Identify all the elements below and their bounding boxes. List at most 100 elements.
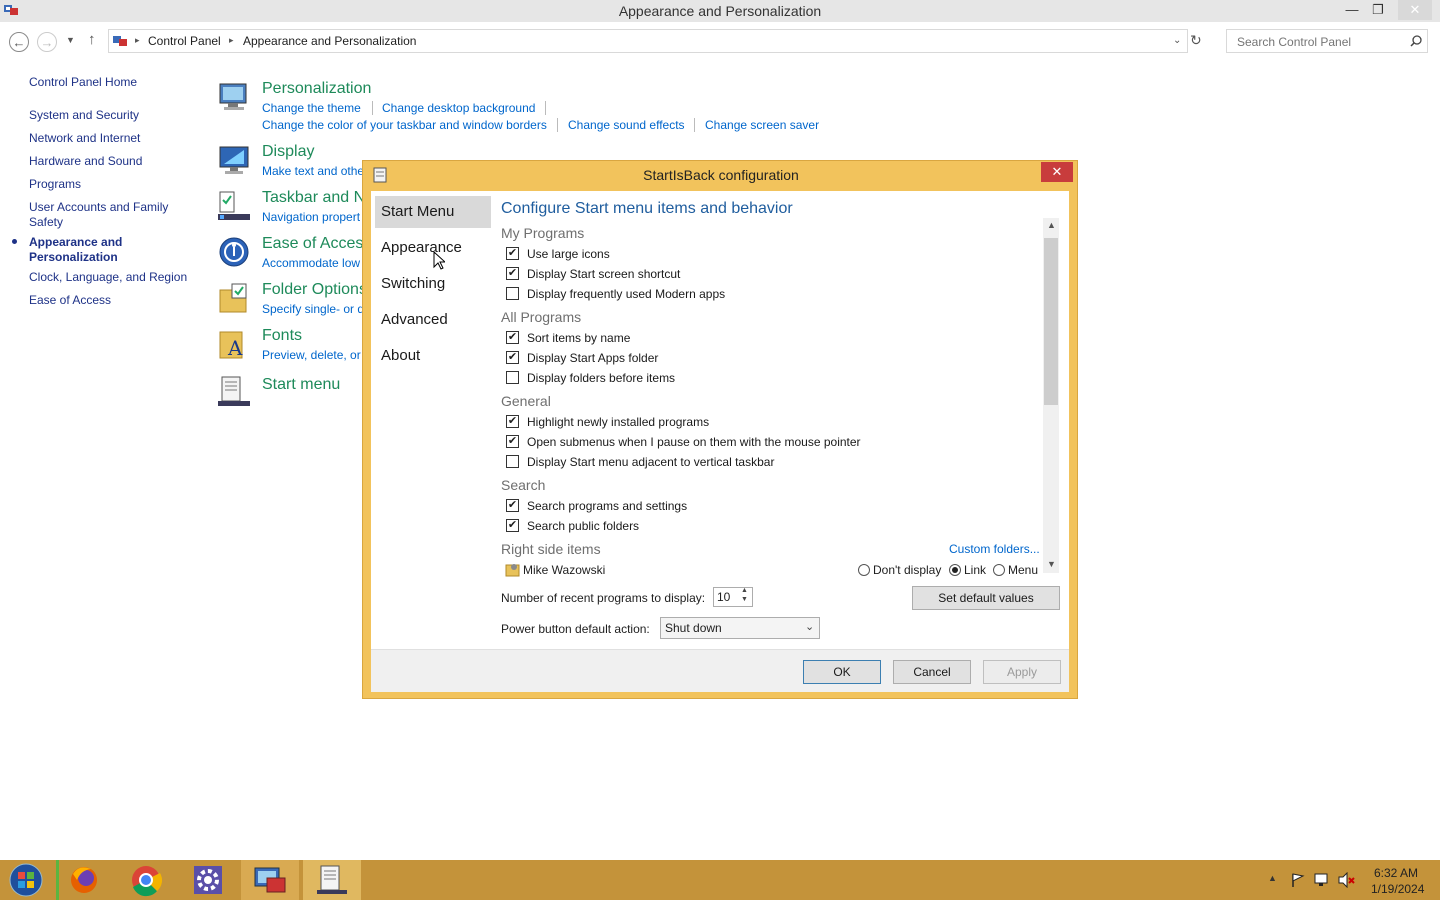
nav-programs[interactable]: Programs <box>29 177 81 192</box>
taskbar-icon[interactable] <box>218 190 250 222</box>
link-display[interactable]: Make text and othe <box>262 164 364 178</box>
back-button[interactable]: ← <box>9 32 29 52</box>
search-input[interactable] <box>1235 34 1409 50</box>
startisback-taskbar-button[interactable] <box>303 860 361 900</box>
display-icon[interactable] <box>218 144 250 176</box>
tab-switching[interactable]: Switching <box>375 268 491 300</box>
recent-programs-value[interactable]: 10 <box>717 590 730 604</box>
folder-options-icon[interactable] <box>218 282 250 314</box>
settings-taskbar-button[interactable] <box>179 860 237 900</box>
start-menu-title[interactable]: Start menu <box>262 376 340 394</box>
checkbox[interactable]: ✔ <box>506 331 519 344</box>
personalization-title[interactable]: Personalization <box>262 80 371 98</box>
display-title[interactable]: Display <box>262 143 314 161</box>
refresh-button[interactable]: ↻ <box>1190 32 1202 49</box>
clock-time[interactable]: 6:32 AM <box>1374 866 1418 880</box>
checkbox[interactable]: ✔ <box>506 499 519 512</box>
close-button[interactable]: ✕ <box>1398 0 1432 20</box>
custom-folders-link[interactable]: Custom folders... <box>949 542 1040 556</box>
scroll-down-icon[interactable]: ▼ <box>1047 559 1056 569</box>
checkbox[interactable]: ✔ <box>506 435 519 448</box>
breadcrumb-control-panel[interactable]: Control Panel <box>148 34 221 48</box>
action-center-flag-icon[interactable] <box>1290 872 1306 891</box>
link-ease-of-access[interactable]: Accommodate low <box>262 256 360 270</box>
power-action-select[interactable]: Shut down ⌄ <box>660 617 820 639</box>
nav-system-security[interactable]: System and Security <box>29 108 139 123</box>
link-taskbar[interactable]: Navigation propert <box>262 210 360 224</box>
start-menu-icon[interactable] <box>218 375 250 407</box>
spin-down-icon[interactable]: ▼ <box>741 596 748 603</box>
separator <box>372 101 373 115</box>
chevron-down-icon[interactable]: ⌄ <box>805 620 814 633</box>
scrollbar-thumb[interactable] <box>1044 238 1058 405</box>
spin-up-icon[interactable]: ▲ <box>741 587 748 594</box>
apply-button[interactable]: Apply <box>983 660 1061 684</box>
tab-about[interactable]: About <box>375 340 491 372</box>
tab-advanced[interactable]: Advanced <box>375 304 491 336</box>
control-panel-home-link[interactable]: Control Panel Home <box>29 75 137 90</box>
checkbox[interactable]: ✔ <box>506 415 519 428</box>
group-search: Search <box>501 477 546 493</box>
link-folder-options[interactable]: Specify single- or d <box>262 302 364 316</box>
chrome-taskbar-button[interactable] <box>117 860 175 900</box>
fonts-icon[interactable]: A <box>218 328 250 360</box>
recent-locations-dropdown[interactable]: ▼ <box>66 35 75 45</box>
nav-user-accounts[interactable]: User Accounts and Family Safety <box>29 200 179 230</box>
ease-of-access-icon[interactable] <box>218 236 250 268</box>
group-general: General <box>501 393 551 409</box>
clock-date[interactable]: 1/19/2024 <box>1371 882 1424 896</box>
checkbox[interactable] <box>506 455 519 468</box>
firefox-taskbar-button[interactable] <box>55 860 113 900</box>
scroll-up-icon[interactable]: ▲ <box>1047 220 1056 230</box>
nav-network-internet[interactable]: Network and Internet <box>29 131 140 146</box>
checkbox[interactable]: ✔ <box>506 351 519 364</box>
radio-dont-display[interactable] <box>858 564 870 576</box>
personalization-icon[interactable] <box>218 81 250 113</box>
radio-link-label: Link <box>964 563 987 577</box>
breadcrumb-appearance[interactable]: Appearance and Personalization <box>243 34 416 48</box>
nav-clock-language-region[interactable]: Clock, Language, and Region <box>29 270 187 285</box>
window-titlebar: Appearance and Personalization — ❐ ✕ <box>0 0 1440 22</box>
nav-ease-of-access[interactable]: Ease of Access <box>29 293 111 308</box>
link-change-sound-effects[interactable]: Change sound effects <box>568 118 685 132</box>
set-default-values-button[interactable]: Set default values <box>912 586 1060 610</box>
search-icon[interactable] <box>1410 35 1422 50</box>
control-panel-taskbar-button[interactable] <box>241 860 299 900</box>
link-change-desktop-background[interactable]: Change desktop background <box>382 101 535 115</box>
network-icon[interactable] <box>1313 872 1331 891</box>
taskbar-title[interactable]: Taskbar and N <box>262 189 365 207</box>
start-button[interactable] <box>0 860 52 900</box>
show-hidden-icons-button[interactable]: ▲ <box>1268 873 1277 883</box>
recent-programs-spinner[interactable]: 10 ▲ ▼ <box>713 587 753 607</box>
ease-of-access-title[interactable]: Ease of Access <box>262 235 371 253</box>
forward-button[interactable]: → <box>37 32 57 52</box>
fonts-title[interactable]: Fonts <box>262 327 302 345</box>
nav-hardware-sound[interactable]: Hardware and Sound <box>29 154 142 169</box>
checkbox[interactable] <box>506 371 519 384</box>
minimize-button[interactable]: — <box>1339 0 1365 20</box>
radio-link[interactable] <box>949 564 961 576</box>
link-change-screen-saver[interactable]: Change screen saver <box>705 118 819 132</box>
address-bar[interactable]: ▸ Control Panel ▸ Appearance and Persona… <box>108 29 1188 53</box>
search-box[interactable] <box>1226 29 1428 53</box>
restore-button[interactable]: ❐ <box>1365 0 1391 20</box>
radio-menu[interactable] <box>993 564 1005 576</box>
checkbox[interactable]: ✔ <box>506 267 519 280</box>
link-fonts[interactable]: Preview, delete, or <box>262 348 361 362</box>
up-button[interactable]: ↑ <box>88 31 96 48</box>
link-change-taskbar-color[interactable]: Change the color of your taskbar and win… <box>262 118 547 132</box>
separator <box>694 118 695 132</box>
address-dropdown-icon[interactable]: ⌄ <box>1173 35 1181 46</box>
tab-start-menu[interactable]: Start Menu <box>375 196 491 228</box>
link-change-theme[interactable]: Change the theme <box>262 101 361 115</box>
checkbox[interactable] <box>506 287 519 300</box>
dialog-close-button[interactable]: ✕ <box>1041 162 1073 182</box>
checkbox[interactable]: ✔ <box>506 519 519 532</box>
ok-button[interactable]: OK <box>803 660 881 684</box>
checkbox[interactable]: ✔ <box>506 247 519 260</box>
cancel-button[interactable]: Cancel <box>893 660 971 684</box>
volume-muted-icon[interactable] <box>1338 871 1356 891</box>
folder-options-title[interactable]: Folder Options <box>262 281 367 299</box>
option-label: Display frequently used Modern apps <box>527 287 726 301</box>
options-scrollbar[interactable]: ▲ ▼ <box>1043 218 1059 573</box>
